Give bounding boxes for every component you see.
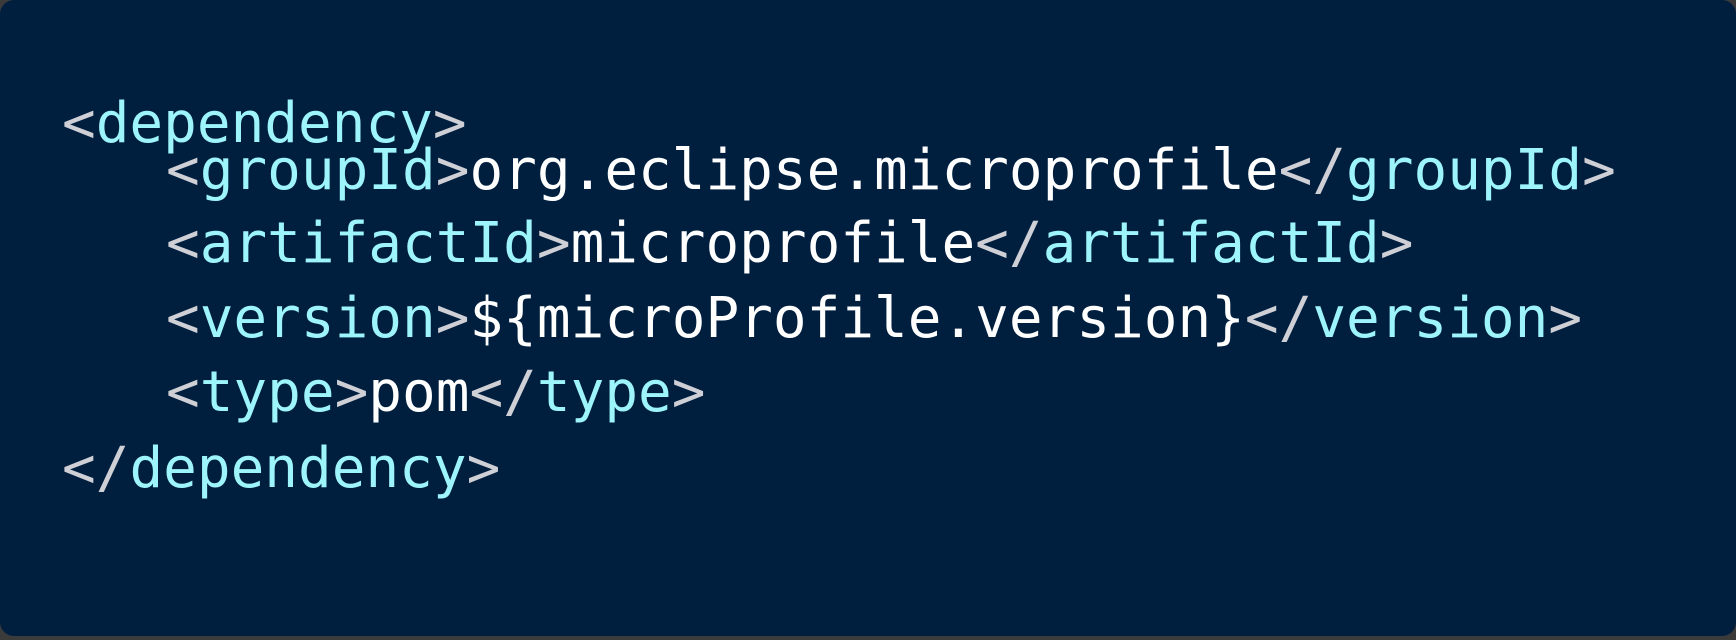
end-tag-name: version [1312, 286, 1549, 351]
tag-open-bracket: < [166, 138, 200, 203]
end-tag-close-bracket: > [1582, 138, 1616, 203]
end-tag-name: groupId [1346, 138, 1583, 203]
element-value: org.eclipse.microprofile [469, 138, 1279, 203]
element-value: microprofile [570, 211, 976, 276]
tag-open-bracket: < [62, 91, 96, 156]
code-snippet-panel: <dependency> <groupId>org.eclipse.microp… [0, 0, 1736, 636]
end-tag-open-bracket: </ [1244, 286, 1313, 351]
tag-close-bracket: > [466, 436, 501, 501]
end-tag-open-bracket: </ [469, 360, 537, 425]
code-line-type: <type>pom</type> [166, 363, 705, 423]
end-tag-close-bracket: > [1379, 211, 1414, 276]
tag-open-bracket: < [166, 211, 200, 276]
code-line-group-id: <groupId>org.eclipse.microprofile</group… [166, 141, 1616, 201]
code-line-version: <version>${microProfile.version}</versio… [166, 289, 1582, 349]
tag-open-bracket: </ [62, 436, 130, 501]
tag-open-bracket: < [166, 360, 200, 425]
end-tag-open-bracket: </ [975, 211, 1043, 276]
element-value: pom [368, 360, 470, 425]
tag-open-bracket: < [166, 286, 200, 351]
tag-name: type [199, 360, 335, 425]
end-tag-close-bracket: > [1548, 286, 1583, 351]
tag-name: version [199, 286, 436, 351]
end-tag-close-bracket: > [671, 360, 706, 425]
tag-close-bracket: > [334, 360, 369, 425]
code-line-artifact-id: <artifactId>microprofile</artifactId> [166, 214, 1413, 274]
tag-close-bracket: > [536, 211, 571, 276]
end-tag-name: artifactId [1042, 211, 1380, 276]
end-tag-open-bracket: </ [1278, 138, 1347, 203]
code-line-dependency-close: </dependency> [62, 439, 500, 499]
tag-close-bracket: > [435, 286, 470, 351]
tag-close-bracket: > [435, 138, 470, 203]
tag-name: dependency [129, 436, 467, 501]
end-tag-name: type [536, 360, 672, 425]
element-value: ${microProfile.version} [469, 286, 1245, 351]
tag-name: artifactId [199, 211, 537, 276]
tag-name: groupId [199, 138, 436, 203]
